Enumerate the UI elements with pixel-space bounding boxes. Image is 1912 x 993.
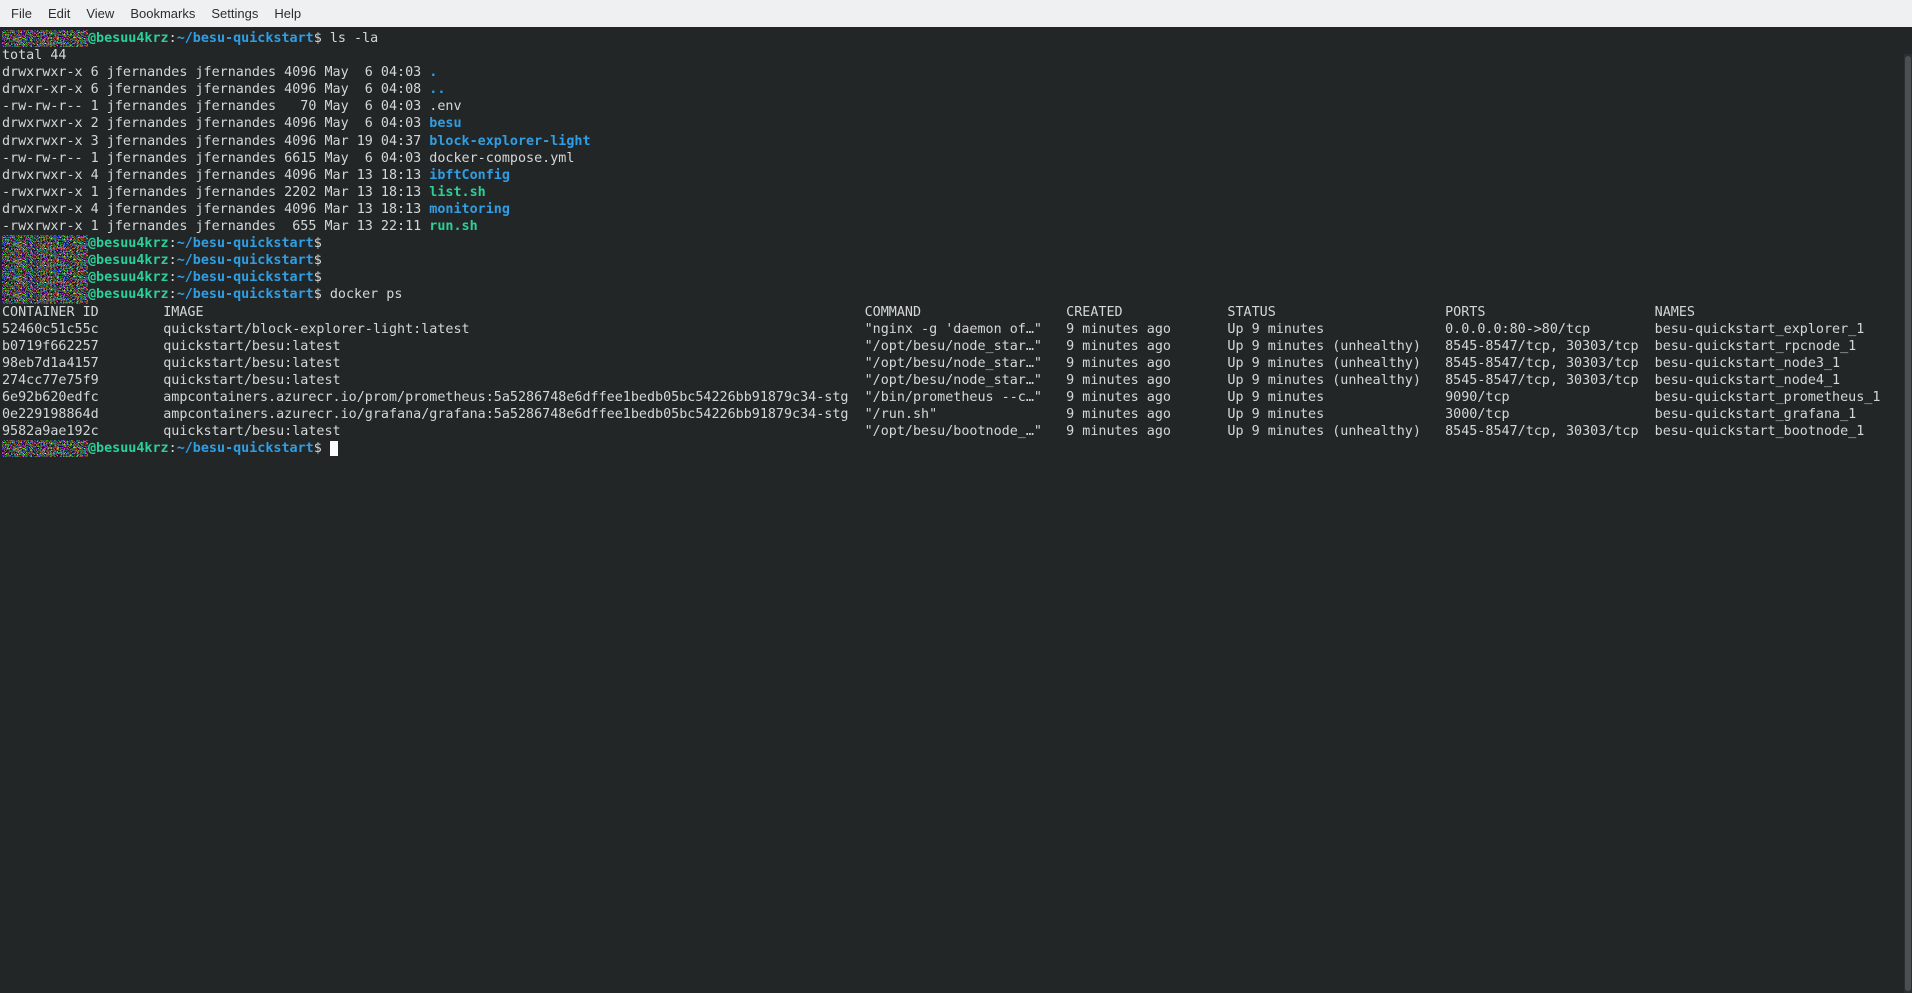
terminal-line: @besuu4krz:~/besu-quickstart$ [2, 269, 1900, 286]
prompt-separator: : [169, 270, 177, 285]
ls-row-name: besu [429, 116, 461, 131]
ls-row-meta: drwxr-xr-x 6 jfernandes jfernandes 4096 … [2, 82, 429, 97]
prompt-host: @besuu4krz [88, 441, 169, 456]
terminal-content: @besuu4krz:~/besu-quickstart$ ls -latota… [2, 30, 1900, 457]
terminal-line: drwxrwxr-x 6 jfernandes jfernandes 4096 … [2, 64, 1900, 81]
terminal-line: total 44 [2, 47, 1900, 64]
terminal-line: 0e229198864d ampcontainers.azurecr.io/gr… [2, 406, 1900, 423]
terminal-line: drwxr-xr-x 6 jfernandes jfernandes 4096 … [2, 81, 1900, 98]
terminal-line: 6e92b620edfc ampcontainers.azurecr.io/pr… [2, 389, 1900, 406]
menu-item-bookmarks[interactable]: Bookmarks [122, 6, 203, 21]
prompt-path: ~/besu-quickstart [177, 287, 314, 302]
ls-row-meta: drwxrwxr-x 4 jfernandes jfernandes 4096 … [2, 168, 429, 183]
menu-bar: File Edit View Bookmarks Settings Help [0, 0, 1912, 27]
ls-row-name: .. [429, 82, 445, 97]
ls-row-name: ibftConfig [429, 168, 510, 183]
menu-item-file[interactable]: File [3, 6, 40, 21]
prompt-symbol: $ [314, 287, 322, 302]
terminal-line: 52460c51c55c quickstart/block-explorer-l… [2, 321, 1900, 338]
prompt-separator: : [169, 253, 177, 268]
ls-row-name: monitoring [429, 202, 510, 217]
censored-username-noise [2, 269, 88, 286]
ls-row-meta: drwxrwxr-x 4 jfernandes jfernandes 4096 … [2, 202, 429, 217]
docker-table-row: 274cc77e75f9 quickstart/besu:latest "/op… [2, 373, 1840, 388]
censored-username-noise [2, 252, 88, 269]
terminal-line: 274cc77e75f9 quickstart/besu:latest "/op… [2, 372, 1900, 389]
terminal-line: CONTAINER ID IMAGE COMMAND CREATED STATU… [2, 304, 1900, 321]
prompt-host: @besuu4krz [88, 31, 169, 46]
docker-table-header: CONTAINER ID IMAGE COMMAND CREATED STATU… [2, 305, 1695, 320]
prompt-symbol: $ [314, 236, 322, 251]
censored-username-noise [2, 30, 88, 47]
terminal-line: 9582a9ae192c quickstart/besu:latest "/op… [2, 423, 1900, 440]
menu-item-help[interactable]: Help [266, 6, 309, 21]
censored-username-noise [2, 235, 88, 252]
terminal-line: -rw-rw-r-- 1 jfernandes jfernandes 70 Ma… [2, 98, 1900, 115]
prompt-symbol: $ [314, 270, 322, 285]
prompt-host: @besuu4krz [88, 236, 169, 251]
ls-row-name: . [429, 65, 437, 80]
prompt-host: @besuu4krz [88, 287, 169, 302]
docker-table-row: 9582a9ae192c quickstart/besu:latest "/op… [2, 424, 1864, 439]
spacer [322, 441, 330, 456]
docker-table-row: 0e229198864d ampcontainers.azurecr.io/gr… [2, 407, 1856, 422]
menu-item-settings[interactable]: Settings [203, 6, 266, 21]
ls-row-name: list.sh [429, 185, 485, 200]
prompt-symbol: $ [314, 31, 322, 46]
docker-table-row: 52460c51c55c quickstart/block-explorer-l… [2, 322, 1864, 337]
ls-row-meta: -rwxrwxr-x 1 jfernandes jfernandes 655 M… [2, 219, 429, 234]
terminal-line: b0719f662257 quickstart/besu:latest "/op… [2, 338, 1900, 355]
ls-row-meta: drwxrwxr-x 2 jfernandes jfernandes 4096 … [2, 116, 429, 131]
terminal-line: @besuu4krz:~/besu-quickstart$ [2, 235, 1900, 252]
terminal-line: -rw-rw-r-- 1 jfernandes jfernandes 6615 … [2, 150, 1900, 167]
censored-username-noise [2, 440, 88, 457]
terminal-line: drwxrwxr-x 4 jfernandes jfernandes 4096 … [2, 167, 1900, 184]
terminal-line: -rwxrwxr-x 1 jfernandes jfernandes 655 M… [2, 218, 1900, 235]
prompt-path: ~/besu-quickstart [177, 236, 314, 251]
ls-total: total 44 [2, 48, 67, 63]
docker-table-row: 98eb7d1a4157 quickstart/besu:latest "/op… [2, 356, 1840, 371]
docker-table-row: b0719f662257 quickstart/besu:latest "/op… [2, 339, 1856, 354]
prompt-separator: : [169, 287, 177, 302]
prompt-host: @besuu4krz [88, 253, 169, 268]
terminal-line: 98eb7d1a4157 quickstart/besu:latest "/op… [2, 355, 1900, 372]
terminal-line: @besuu4krz:~/besu-quickstart$ [2, 440, 1900, 457]
ls-row-name: docker-compose.yml [429, 151, 574, 166]
terminal-line: drwxrwxr-x 3 jfernandes jfernandes 4096 … [2, 133, 1900, 150]
censored-username-noise [2, 286, 88, 303]
terminal-scrollbar[interactable] [1904, 54, 1912, 993]
terminal-line: @besuu4krz:~/besu-quickstart$ docker ps [2, 286, 1900, 303]
ls-row-name: block-explorer-light [429, 134, 590, 149]
ls-row-name: .env [429, 99, 461, 114]
command-text: ls -la [322, 31, 378, 46]
terminal-viewport[interactable]: @besuu4krz:~/besu-quickstart$ ls -latota… [0, 27, 1912, 993]
terminal-line: -rwxrwxr-x 1 jfernandes jfernandes 2202 … [2, 184, 1900, 201]
ls-row-meta: -rwxrwxr-x 1 jfernandes jfernandes 2202 … [2, 185, 429, 200]
ls-row-name: run.sh [429, 219, 477, 234]
command-text: docker ps [322, 287, 403, 302]
ls-row-meta: -rw-rw-r-- 1 jfernandes jfernandes 6615 … [2, 151, 429, 166]
ls-row-meta: drwxrwxr-x 6 jfernandes jfernandes 4096 … [2, 65, 429, 80]
terminal-line: @besuu4krz:~/besu-quickstart$ ls -la [2, 30, 1900, 47]
prompt-symbol: $ [314, 253, 322, 268]
docker-table-row: 6e92b620edfc ampcontainers.azurecr.io/pr… [2, 390, 1880, 405]
prompt-path: ~/besu-quickstart [177, 441, 314, 456]
prompt-path: ~/besu-quickstart [177, 253, 314, 268]
terminal-line: drwxrwxr-x 2 jfernandes jfernandes 4096 … [2, 115, 1900, 132]
terminal-line: drwxrwxr-x 4 jfernandes jfernandes 4096 … [2, 201, 1900, 218]
prompt-path: ~/besu-quickstart [177, 270, 314, 285]
scrollbar-thumb[interactable] [1905, 56, 1911, 991]
prompt-separator: : [169, 236, 177, 251]
ls-row-meta: drwxrwxr-x 3 jfernandes jfernandes 4096 … [2, 134, 429, 149]
menu-item-view[interactable]: View [78, 6, 122, 21]
prompt-host: @besuu4krz [88, 270, 169, 285]
prompt-separator: : [169, 31, 177, 46]
prompt-path: ~/besu-quickstart [177, 31, 314, 46]
terminal-cursor [330, 441, 338, 456]
ls-row-meta: -rw-rw-r-- 1 jfernandes jfernandes 70 Ma… [2, 99, 429, 114]
prompt-symbol: $ [314, 441, 322, 456]
prompt-separator: : [169, 441, 177, 456]
menu-item-edit[interactable]: Edit [40, 6, 78, 21]
terminal-line: @besuu4krz:~/besu-quickstart$ [2, 252, 1900, 269]
